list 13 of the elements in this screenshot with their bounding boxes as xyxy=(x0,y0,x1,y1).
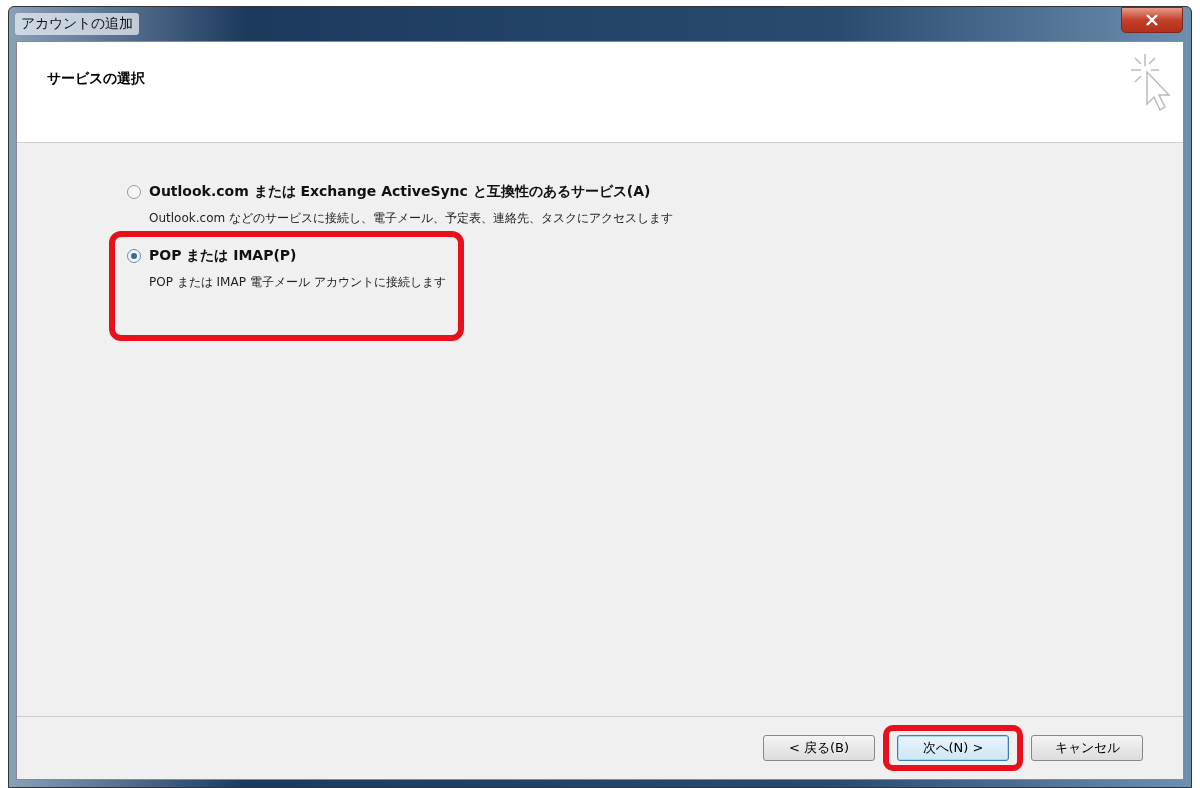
close-button[interactable] xyxy=(1121,7,1183,33)
dialog-button[interactable]: 次へ(N) > xyxy=(897,735,1009,761)
option-description: Outlook.com などのサービスに接続し、電子メール、予定表、連絡先、タスクにアクセスします xyxy=(149,210,673,227)
dialog-button[interactable]: キャンセル xyxy=(1031,735,1143,761)
radio-button[interactable] xyxy=(127,249,141,263)
option-label[interactable]: Outlook.com または Exchange ActiveSync と互換性のあるサービス(A) xyxy=(149,183,651,201)
dialog-button[interactable]: < 戻る(B) xyxy=(763,735,875,761)
page-heading: サービスの選択 xyxy=(47,70,145,88)
option-description: POP または IMAP 電子メール アカウントに接続します xyxy=(149,274,446,291)
window-title: アカウントの追加 xyxy=(15,13,139,35)
option-label[interactable]: POP または IMAP(P) xyxy=(149,247,297,265)
close-icon xyxy=(1145,14,1159,26)
radio-button[interactable] xyxy=(127,185,141,199)
